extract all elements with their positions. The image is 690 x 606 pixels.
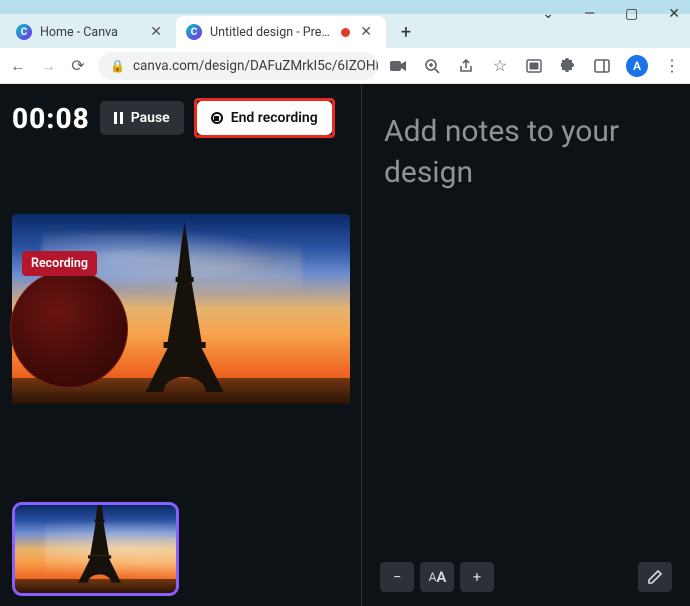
profile-avatar[interactable]: A bbox=[626, 55, 648, 77]
tab-title: Untitled design - Prese… bbox=[210, 25, 335, 40]
tab-title: Home - Canva bbox=[40, 25, 146, 40]
font-size-indicator[interactable]: AA bbox=[420, 562, 454, 592]
window-chevron-icon[interactable]: ⌄ bbox=[542, 6, 554, 22]
forward-icon[interactable]: → bbox=[38, 56, 58, 76]
cast-icon[interactable] bbox=[524, 59, 544, 73]
new-tab-button[interactable]: + bbox=[392, 18, 420, 46]
canva-favicon-icon bbox=[16, 24, 32, 40]
font-increase-button[interactable]: + bbox=[460, 562, 494, 592]
reload-icon[interactable]: ⟳ bbox=[68, 56, 88, 75]
pause-button[interactable]: Pause bbox=[100, 101, 184, 135]
slide-thumbnails bbox=[12, 492, 349, 596]
kebab-menu-icon[interactable]: ⋮ bbox=[662, 56, 682, 75]
window-maximize-icon[interactable]: ▢ bbox=[625, 6, 638, 22]
canva-favicon-icon bbox=[186, 24, 202, 40]
window-controls: ⌄ — ▢ ✕ bbox=[542, 6, 680, 22]
edit-notes-button[interactable] bbox=[638, 562, 672, 592]
presenter-left-panel: 00:08 Pause End recording Recording bbox=[0, 84, 362, 606]
slide-thumbnail[interactable] bbox=[12, 502, 179, 596]
recorder-topbar: 00:08 Pause End recording bbox=[12, 98, 349, 138]
recording-badge: Recording bbox=[22, 251, 97, 276]
star-icon[interactable]: ☆ bbox=[490, 56, 510, 75]
browser-toolbar: ← → ⟳ 🔒 canva.com/design/DAFuZMrkI5c/6IZ… bbox=[0, 48, 690, 84]
back-icon[interactable]: ← bbox=[8, 56, 28, 76]
recording-timer: 00:08 bbox=[12, 102, 90, 135]
share-icon[interactable] bbox=[456, 58, 476, 74]
tab-close-icon[interactable]: ✕ bbox=[356, 24, 376, 40]
browser-tabstrip: ⌄ — ▢ ✕ Home - Canva ✕ Untitled design -… bbox=[0, 14, 690, 48]
url-text: canva.com/design/DAFuZMrkI5c/6IZOHI… bbox=[133, 58, 378, 74]
lock-icon: 🔒 bbox=[110, 59, 125, 73]
extensions-icon[interactable] bbox=[558, 58, 578, 73]
end-recording-highlight: End recording bbox=[194, 98, 335, 138]
font-decrease-button[interactable]: − bbox=[380, 562, 414, 592]
notes-bottom-toolbar: − AA + bbox=[380, 562, 672, 592]
end-recording-button[interactable]: End recording bbox=[197, 101, 332, 135]
camera-icon[interactable] bbox=[388, 60, 408, 72]
stop-icon bbox=[211, 112, 223, 124]
eiffel-tower-graphic bbox=[140, 222, 230, 392]
notes-placeholder[interactable]: Add notes to your design bbox=[384, 112, 668, 193]
zoom-icon[interactable] bbox=[422, 58, 442, 74]
slide-preview-area: Recording bbox=[12, 138, 349, 404]
window-minimize-icon[interactable]: — bbox=[584, 6, 595, 22]
webcam-preview-circle[interactable] bbox=[10, 270, 128, 388]
end-recording-label: End recording bbox=[231, 110, 318, 126]
sidepanel-icon[interactable] bbox=[592, 59, 612, 73]
tab-close-icon[interactable]: ✕ bbox=[146, 24, 166, 40]
pause-icon bbox=[114, 112, 123, 124]
canva-presenter-app: 00:08 Pause End recording Recording bbox=[0, 84, 690, 606]
pause-button-label: Pause bbox=[131, 110, 170, 126]
window-close-icon[interactable]: ✕ bbox=[668, 6, 680, 22]
browser-tab[interactable]: Home - Canva ✕ bbox=[6, 16, 176, 48]
browser-tab-active[interactable]: Untitled design - Prese… ✕ bbox=[176, 16, 386, 48]
notes-panel: Add notes to your design − AA + bbox=[362, 84, 690, 606]
recording-indicator-icon bbox=[341, 28, 350, 37]
address-bar[interactable]: 🔒 canva.com/design/DAFuZMrkI5c/6IZOHI… bbox=[98, 52, 378, 80]
toolbar-right: ☆ A ⋮ bbox=[388, 55, 682, 77]
